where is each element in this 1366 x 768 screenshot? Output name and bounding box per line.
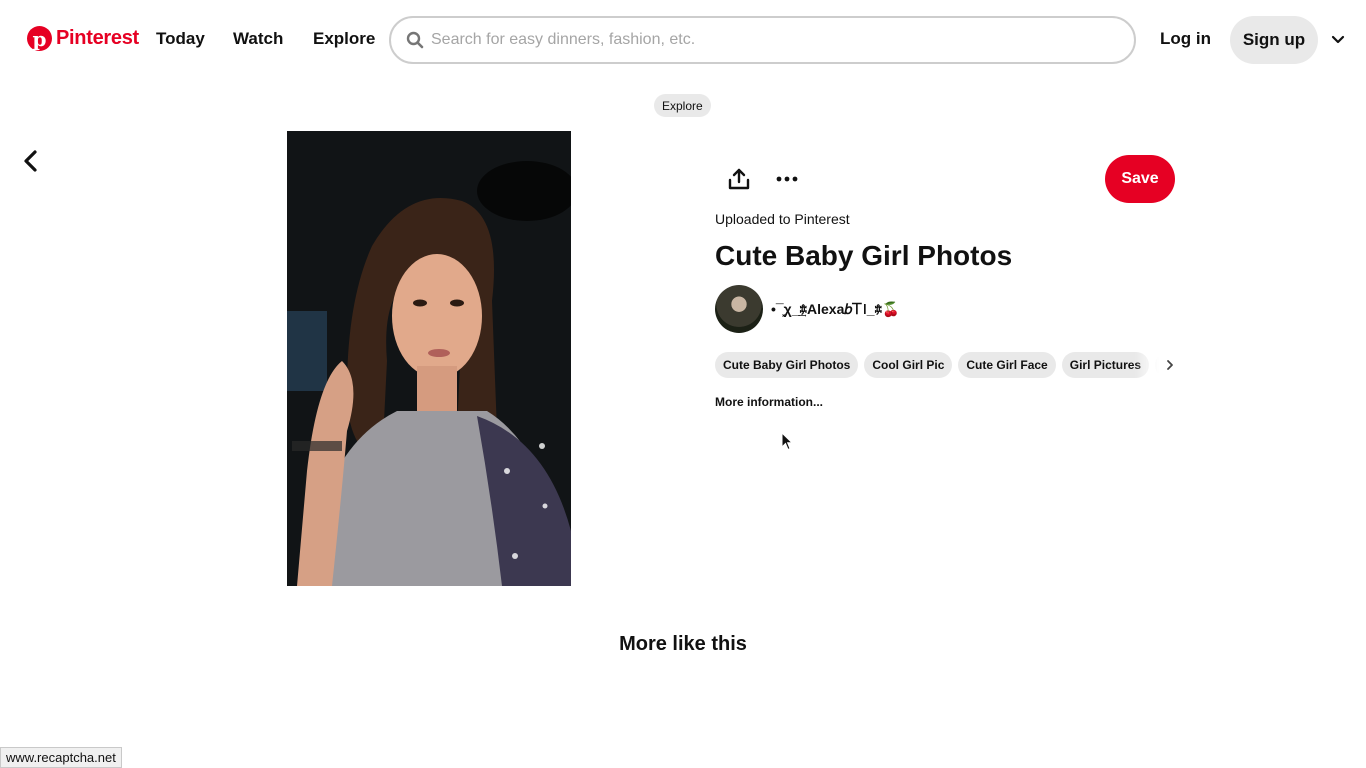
pin-image-container[interactable] xyxy=(175,131,683,586)
nav-today[interactable]: Today xyxy=(156,29,205,49)
breadcrumb-explore[interactable]: Explore xyxy=(654,94,711,117)
search-input[interactable] xyxy=(431,31,1111,49)
creator-name[interactable]: •¯͓χ_͢𖠃Alexa𝑏𐊗ǀ_𖠃🍒 xyxy=(771,300,900,319)
search-icon xyxy=(405,30,425,50)
tag-list: Cute Baby Girl Photos Cool Girl Pic Cute… xyxy=(715,352,1175,378)
more-information-link[interactable]: More information... xyxy=(715,395,823,409)
uploaded-text: Uploaded to Pinterest xyxy=(715,211,850,227)
login-button[interactable]: Log in xyxy=(1160,29,1211,49)
pin-title: Cute Baby Girl Photos xyxy=(715,240,1013,271)
share-button[interactable] xyxy=(715,155,763,203)
logo-text: Pinterest xyxy=(56,27,139,49)
tag-chip[interactable]: Cute Baby Girl Photos xyxy=(715,352,859,378)
avatar[interactable] xyxy=(715,285,763,333)
pinterest-logo-icon: p xyxy=(27,26,52,51)
nav-watch[interactable]: Watch xyxy=(233,29,283,49)
tag-chip[interactable]: Cool Girl Pic xyxy=(864,352,953,378)
more-like-this-heading: More like this xyxy=(619,633,747,655)
tag-chip[interactable]: Cute Girl Face xyxy=(958,352,1056,378)
top-nav: p Pinterest Today Watch Explore Log in S… xyxy=(0,0,1366,80)
signup-button[interactable]: Sign up xyxy=(1230,16,1318,64)
search-bar[interactable] xyxy=(389,16,1136,64)
status-bar-url: www.recaptcha.net xyxy=(0,747,122,768)
back-button[interactable] xyxy=(16,146,46,176)
save-button[interactable]: Save xyxy=(1105,155,1175,203)
mouse-cursor-icon xyxy=(781,432,793,451)
pin-photo xyxy=(287,131,571,586)
share-icon xyxy=(728,168,750,190)
ellipsis-icon xyxy=(776,176,798,182)
chevron-right-icon[interactable] xyxy=(1163,358,1177,372)
back-arrow-icon xyxy=(24,150,37,172)
creator-profile[interactable]: •¯͓χ_͢𖠃Alexa𝑏𐊗ǀ_𖠃🍒 xyxy=(715,285,900,333)
nav-explore[interactable]: Explore xyxy=(313,29,375,49)
more-options-button[interactable] xyxy=(763,155,811,203)
pinterest-logo[interactable]: p Pinterest xyxy=(27,26,139,51)
pin-action-bar: Save xyxy=(715,155,1175,203)
chevron-down-icon[interactable] xyxy=(1329,32,1347,48)
